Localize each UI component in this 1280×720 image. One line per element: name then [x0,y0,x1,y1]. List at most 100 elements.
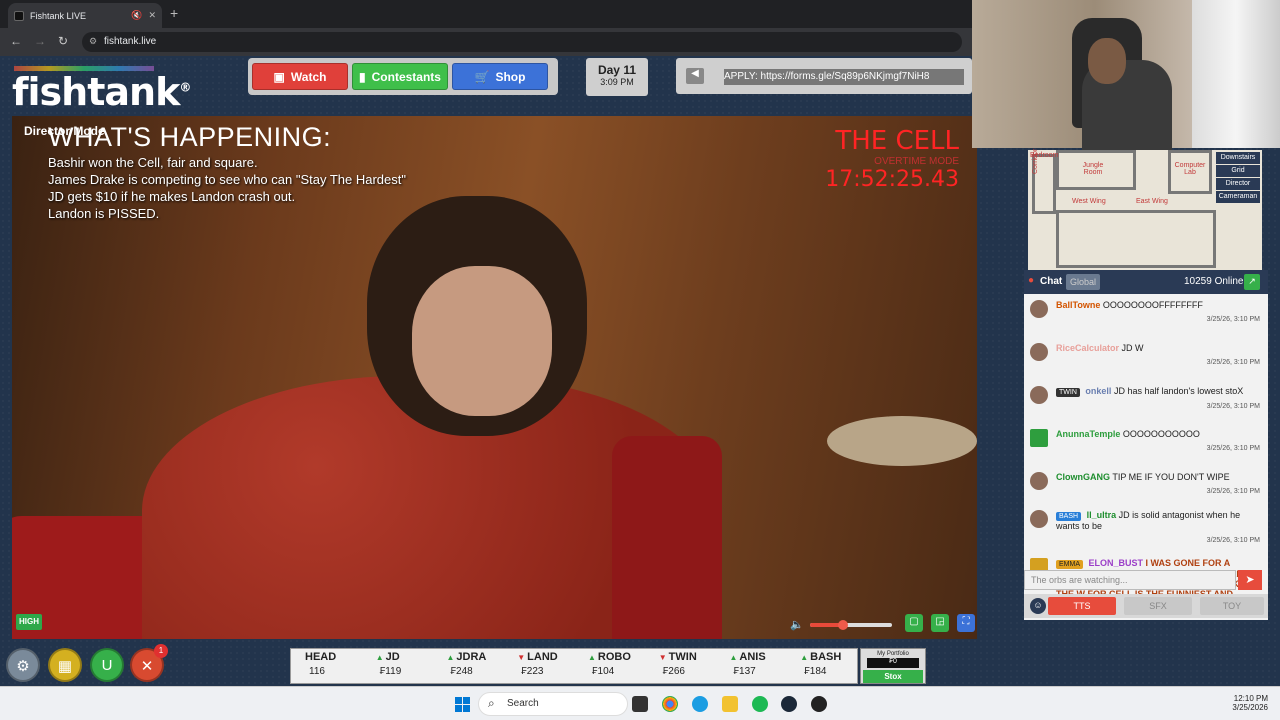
edge-icon[interactable] [692,696,708,712]
stock-item[interactable]: ▲ ANIS ₣137 [716,649,787,683]
contestants-button[interactable]: ▮ Contestants [352,63,448,90]
site-info-icon[interactable]: ⚙ [89,36,97,47]
chat-message[interactable]: BASH ll_ultra JD is solid antagonist whe… [1030,510,1260,544]
items-icon[interactable]: ▦ [48,648,82,682]
chat-username[interactable]: ELON_BUST [1089,558,1144,568]
chat-message[interactable]: ClownGANG TIP ME IF YOU DON'T WIPE 3/25/… [1030,472,1260,495]
map-label: East Wing [1136,198,1168,205]
chat-username[interactable]: ll_ultra [1087,510,1117,520]
stock-item[interactable]: ▲ BASH ₣184 [786,649,857,683]
steam-icon[interactable] [781,696,797,712]
new-tab-button[interactable]: + [170,5,178,21]
stox-ticker: HEAD 116 ▲ JD ₣119 ▲ JDRA ₣248 ▼ LAND ₣223 … [290,648,858,684]
live-video-player[interactable]: Director Mode WHAT'S HAPPENING: Bashir w… [12,116,977,639]
windows-start-icon[interactable] [455,697,470,712]
stock-item[interactable]: HEAD 116 [291,649,362,683]
tts-button[interactable]: TTS [1048,597,1116,615]
avatar[interactable] [1030,429,1048,447]
up-arrow-icon: ▲ [588,653,596,662]
contestant-tag: TWIN [1056,388,1080,397]
volume-icon[interactable]: 🔈 [790,618,804,631]
map-grid-button[interactable]: Grid [1216,165,1260,177]
tts-label: TTS [1073,601,1091,611]
cart-icon: 🛒 [474,69,490,84]
avatar[interactable] [1030,472,1048,490]
avatar[interactable] [1030,300,1048,318]
stox-button[interactable]: Stox [863,670,923,683]
chat-timestamp: 3/25/26, 3:10 PM [1206,488,1260,495]
chat-timestamp: 3/25/26, 3:10 PM [1206,316,1260,323]
back-icon[interactable]: ← [10,34,22,48]
house-map[interactable]: Bedroom Jungle Room Computer Lab Corrido… [1028,149,1262,270]
task-view-icon[interactable] [632,696,648,712]
map-cameraman-button[interactable]: Cameraman [1216,191,1260,203]
settings-gear-icon[interactable]: ⚙ [6,648,40,682]
stock-item[interactable]: ▲ JDRA ₣248 [433,649,504,683]
cell-title: THE CELL [835,126,959,156]
file-explorer-icon[interactable] [722,696,738,712]
watch-button[interactable]: ▣ Watch [252,63,348,90]
global-chat-toggle[interactable]: Global [1066,274,1100,290]
chat-header: ● Chat Global 10259 Online ↗ [1024,270,1268,294]
toy-label: TOY [1222,601,1242,611]
up-arrow-icon: ▲ [446,653,455,662]
taskbar-search[interactable]: ⌕ Search [478,692,628,716]
browser-tab[interactable]: Fishtank LIVE 🔇 ✕ [8,3,162,28]
chat-message[interactable]: AnunnaTemple OOOOOOOOOOO 3/25/26, 3:10 P… [1030,429,1260,452]
stock-item[interactable]: ▲ ROBO ₣104 [574,649,645,683]
graph-icon[interactable]: ↗ [1244,274,1260,290]
chat-username[interactable]: onkell [1085,386,1111,396]
main-nav: ▣ Watch ▮ Contestants 🛒 Shop [248,58,558,95]
stock-item[interactable]: ▼ LAND ₣223 [503,649,574,683]
obs-icon[interactable] [811,696,827,712]
chat-username[interactable]: AnunnaTemple [1056,429,1120,439]
avatar[interactable] [1030,510,1048,528]
shop-button[interactable]: 🛒 Shop [452,63,548,90]
avatar[interactable] [1030,343,1048,361]
chat-input[interactable]: The orbs are watching... [1024,570,1236,590]
stock-price: ₣223 [521,666,544,677]
chat-message[interactable]: TWIN onkell JD has half landon's lowest … [1030,386,1260,410]
sfx-button[interactable]: SFX [1124,597,1192,615]
fishtank-logo[interactable]: fishtank® [12,66,191,114]
volume-slider[interactable] [810,620,892,630]
stock-price: 116 [309,666,325,677]
map-room[interactable] [1056,210,1216,268]
volume-knob[interactable] [837,620,848,630]
clip-icon[interactable]: ▢ [905,614,923,632]
chat-message[interactable]: BallTowne OOOOOOOOFFFFFFFF 3/25/26, 3:10… [1030,300,1260,323]
emoji-icon[interactable]: ☺ [1030,598,1046,614]
back-arrow-icon[interactable]: ◀ [686,68,704,84]
forward-icon[interactable]: → [34,34,46,48]
send-icon[interactable]: ➤ [1238,570,1262,590]
taskbar-clock[interactable]: 12:10 PM 3/25/2026 [1222,694,1268,712]
chat-message[interactable]: RiceCalculator JD W 3/25/26, 3:10 PM [1030,343,1260,366]
contestant-tag: EMMA [1056,560,1083,569]
stock-item[interactable]: ▼ TWIN ₣266 [645,649,716,683]
reload-icon[interactable]: ↻ [58,34,68,48]
toy-button[interactable]: TOY [1200,597,1264,615]
spotify-icon[interactable] [752,696,768,712]
chrome-icon[interactable] [662,696,678,712]
close-tab-icon[interactable]: ✕ [148,10,156,21]
quality-button[interactable]: HIGH [16,614,42,630]
map-director-button[interactable]: Director [1216,178,1260,190]
chat-username[interactable]: RiceCalculator [1056,343,1119,353]
stock-price: ₣137 [733,666,756,677]
mute-tab-icon[interactable]: 🔇 [131,10,142,21]
map-label: Computer Lab [1174,162,1206,176]
magnet-icon[interactable]: U [90,648,124,682]
url-field[interactable]: ⚙ fishtank.live [82,32,962,52]
apply-link[interactable]: APPLY: https://forms.gle/Sq89p6NKjmgf7Ni… [724,69,964,85]
stock-item[interactable]: ▲ JD ₣119 [362,649,433,683]
chat-username[interactable]: ClownGANG [1056,472,1110,482]
webcam-overlay [972,0,1280,150]
fullscreen-icon[interactable]: ⛶ [957,614,975,632]
stock-name: JD [385,651,400,663]
logo-mark: ® [179,80,191,95]
avatar[interactable] [1030,386,1048,404]
stock-name: ROBO [597,651,631,663]
chat-username[interactable]: BallTowne [1056,300,1100,310]
cast-icon[interactable]: ◲ [931,614,949,632]
map-downstairs-button[interactable]: Downstairs [1216,152,1260,164]
